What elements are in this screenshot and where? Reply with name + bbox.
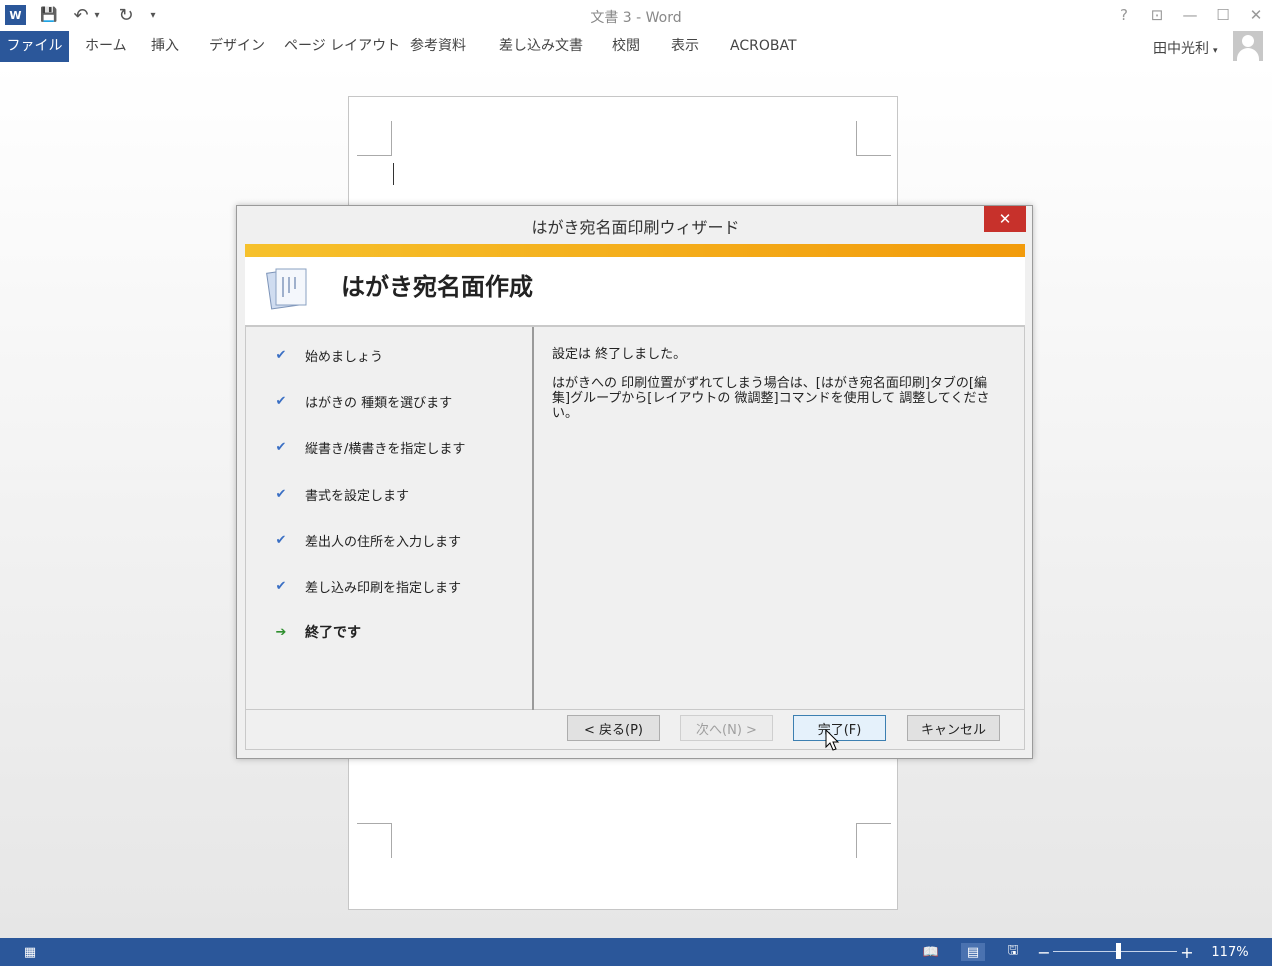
zoom-in-button[interactable]: + [1179, 943, 1195, 962]
user-name[interactable]: 田中光利 ▾ [1153, 38, 1218, 58]
page-number-icon[interactable]: ▦ [20, 943, 40, 961]
crop-mark-top-left [357, 121, 392, 156]
wizard-step[interactable]: ✔ 差出人の住所を入力します [274, 530, 461, 550]
message-done: 設定は 終了しました。 [552, 347, 687, 362]
dialog-header: はがき宛名面作成 [245, 257, 1025, 326]
ribbon-tabs: ファイル ホーム 挿入 デザイン ページ レイアウト 参考資料 差し込み文書 校… [0, 31, 1272, 62]
next-button[interactable]: 次へ(N) > [680, 715, 773, 741]
wizard-step-label: 差出人の住所を入力します [305, 534, 462, 550]
wizard-step[interactable]: ✔ 縦書き/横書きを指定します [274, 437, 466, 457]
postcard-wizard-icon [266, 268, 307, 310]
web-layout-icon[interactable]: 🖫 [1003, 943, 1023, 961]
dialog-close-button[interactable]: ✕ [984, 206, 1026, 232]
wizard-step[interactable]: ✔ 差し込み印刷を指定します [274, 576, 461, 596]
message-adjust: はがきへの 印刷位置がずれてしまう場合は、[はがき宛名面印刷]タブの[編集]グル… [552, 376, 990, 421]
help-icon[interactable]: ? [1111, 4, 1137, 26]
arrow-right-icon: ➔ [275, 624, 287, 640]
wizard-steps: ✔ 始めましょう ✔ はがきの 種類を選びます ✔ 縦書き/横書きを指定します ✔ 書式… [246, 327, 534, 710]
maximize-button[interactable]: ☐ [1210, 4, 1236, 26]
wizard-message: 設定は 終了しました。 はがきへの 印刷位置がずれてしまう場合は、[はがき宛名面… [552, 347, 1002, 421]
minimize-button[interactable]: — [1177, 4, 1203, 26]
tab-mailings[interactable]: 差し込み文書 [499, 31, 583, 62]
check-icon: ✔ [275, 347, 287, 363]
zoom-level[interactable]: 117% [1205, 943, 1255, 961]
window-title: 文書 3 - Word [590, 10, 682, 26]
ribbon-display-icon[interactable]: ⊡ [1144, 4, 1170, 26]
avatar[interactable] [1233, 31, 1263, 61]
mouse-pointer-icon [825, 729, 840, 751]
user-menu-chevron-icon[interactable]: ▾ [1213, 46, 1218, 56]
print-layout-icon[interactable]: ▤ [961, 943, 985, 961]
wizard-step-label: 差し込み印刷を指定します [305, 580, 462, 596]
title-bar: W 💾 ↶ ▾ ↻ ▾ 文書 3 - Word ? ⊡ — ☐ ✕ [0, 0, 1272, 31]
tab-page-layout[interactable]: ページ レイアウト [284, 31, 400, 62]
tab-insert[interactable]: 挿入 [151, 31, 179, 62]
postcard-wizard-dialog: はがき宛名面印刷ウィザード ✕ はがき宛名面作成 ✔ 始めましょう ✔ はがきの 種… [236, 205, 1033, 759]
check-icon: ✔ [275, 578, 287, 594]
text-caret [393, 163, 394, 185]
wizard-step[interactable]: ✔ はがきの 種類を選びます [274, 391, 453, 411]
tab-acrobat[interactable]: ACROBAT [730, 31, 797, 62]
wizard-step-label: 縦書き/横書きを指定します [305, 441, 466, 457]
crop-mark-top-right [856, 121, 891, 156]
check-icon: ✔ [275, 393, 287, 409]
back-button[interactable]: < 戻る(P) [567, 715, 660, 741]
wizard-step-label: はがきの 種類を選びます [305, 395, 453, 411]
check-icon: ✔ [275, 486, 287, 502]
user-name-label: 田中光利 [1153, 41, 1209, 57]
read-mode-icon[interactable]: 📖 [921, 943, 941, 961]
cancel-button[interactable]: キャンセル [907, 715, 1000, 741]
wizard-step[interactable]: ✔ 書式を設定します [274, 484, 409, 504]
dialog-title: はがき宛名面印刷ウィザード [531, 218, 740, 237]
close-button[interactable]: ✕ [1243, 4, 1269, 26]
dialog-accent-bar [245, 244, 1025, 257]
status-bar: ▦ 📖 ▤ 🖫 − + 117% [0, 938, 1272, 966]
zoom-out-button[interactable]: − [1036, 943, 1052, 962]
crop-mark-bottom-right [856, 823, 891, 858]
tab-review[interactable]: 校閲 [612, 31, 640, 62]
wizard-step[interactable]: ✔ 始めましょう [274, 345, 383, 365]
tab-design[interactable]: デザイン [209, 31, 265, 62]
tab-view[interactable]: 表示 [671, 31, 699, 62]
wizard-step-label: 終了です [305, 625, 361, 641]
check-icon: ✔ [275, 532, 287, 548]
crop-mark-bottom-left [357, 823, 392, 858]
wizard-step-current[interactable]: ➔ 終了です [274, 622, 361, 642]
zoom-slider-thumb[interactable] [1116, 943, 1121, 959]
dialog-body: ✔ 始めましょう ✔ はがきの 種類を選びます ✔ 縦書き/横書きを指定します ✔ 書式… [245, 326, 1025, 710]
tab-file[interactable]: ファイル [0, 31, 69, 62]
tab-home[interactable]: ホーム [85, 31, 127, 62]
check-icon: ✔ [275, 439, 287, 455]
zoom-slider[interactable] [1053, 951, 1177, 952]
wizard-step-label: 始めましょう [305, 349, 384, 365]
wizard-step-label: 書式を設定します [305, 488, 410, 504]
tab-references[interactable]: 参考資料 [410, 31, 466, 62]
dialog-heading: はがき宛名面作成 [341, 273, 533, 301]
